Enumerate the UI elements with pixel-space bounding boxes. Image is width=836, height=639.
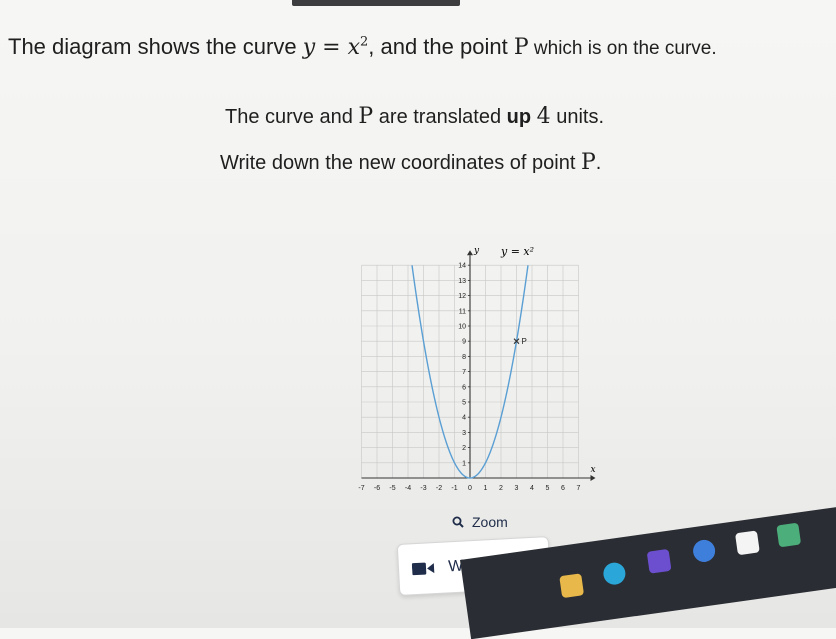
y-tick-label: 8 [462, 354, 466, 361]
y-tick-label: 1 [462, 460, 466, 467]
question-text: The diagram shows the curve [8, 34, 303, 59]
question-text: are translated [373, 106, 507, 128]
y-tick-label: 12 [458, 293, 466, 300]
x-tick-label: 5 [546, 485, 550, 492]
x-axis-arrow [590, 475, 596, 481]
app-icon[interactable] [776, 522, 802, 548]
emphasis-word: up [506, 106, 532, 128]
x-tick-label: 1 [484, 485, 488, 492]
x-tick-label: 4 [530, 485, 534, 492]
zoom-label: Zoom [472, 514, 508, 530]
x-tick-label: 2 [499, 485, 503, 492]
question-text: , and the point [368, 34, 514, 59]
point-name: P [513, 35, 529, 60]
point-name: P [358, 104, 374, 129]
y-tick-label: 4 [462, 415, 466, 422]
x-tick-label: 6 [561, 485, 565, 492]
zoom-button[interactable]: Zoom [452, 514, 508, 530]
y-axis-label: y [473, 246, 480, 256]
equation-y: y [302, 35, 316, 60]
parabola-graph: -7 -6 -5 -4 -3 -2 -1 0 1 2 3 4 5 6 7123456789101112131… [358, 245, 596, 492]
x-tick-label: -2 [436, 485, 442, 492]
app-icon[interactable] [691, 538, 717, 564]
y-tick-label: 11 [459, 308, 466, 315]
axes [361, 250, 596, 481]
point-name: P [580, 150, 596, 175]
y-tick-label: 9 [462, 339, 466, 346]
y-axis-arrow [467, 250, 473, 256]
question-line-1: The diagram shows the curve y = x2, and … [8, 34, 717, 60]
x-tick-label: -5 [389, 485, 395, 492]
y-tick-label: 2 [462, 445, 466, 452]
folder-icon[interactable] [559, 573, 585, 599]
app-icon[interactable] [646, 548, 672, 574]
question-text: units. [550, 106, 605, 128]
x-tick-label: -3 [420, 485, 426, 492]
equation-equals: = [315, 35, 348, 60]
question-line-2: The curve and P are translated up 4 unit… [225, 104, 604, 129]
question-text: . [595, 152, 602, 174]
point-label: P [522, 337, 527, 346]
x-tick-label: -4 [405, 485, 411, 492]
equation-x: x [347, 35, 360, 60]
translation-amount: 4 [536, 104, 551, 129]
top-bar [292, 0, 460, 6]
question-text: Write down the new coordinates of point [220, 152, 581, 174]
y-tick-label: 13 [458, 278, 466, 285]
y-tick-label: 14 [458, 263, 466, 270]
question-line-3: Write down the new coordinates of point … [220, 150, 601, 175]
magnifier-icon [452, 516, 464, 528]
browser-icon[interactable] [601, 561, 627, 587]
x-axis-label: x [591, 465, 596, 475]
question-text: which is on the curve. [528, 38, 717, 59]
curve-label: y = x² [500, 245, 534, 258]
y-tick-label: 7 [462, 369, 466, 376]
x-tick-label: 7 [577, 485, 581, 492]
x-tick-label: -7 [358, 485, 364, 492]
video-icon [412, 562, 435, 576]
x-tick-label: -6 [374, 485, 380, 492]
y-tick-label: 10 [458, 324, 466, 331]
x-tick-label: 0 [468, 485, 472, 492]
y-tick-label: 5 [462, 400, 466, 407]
y-tick-label: 6 [462, 384, 466, 391]
x-tick-label: 3 [515, 485, 519, 492]
question-text: The curve and [225, 106, 359, 128]
app-icon[interactable] [734, 530, 760, 556]
os-taskbar [460, 504, 836, 639]
x-tick-label: -1 [451, 485, 457, 492]
y-tick-label: 3 [462, 430, 466, 437]
